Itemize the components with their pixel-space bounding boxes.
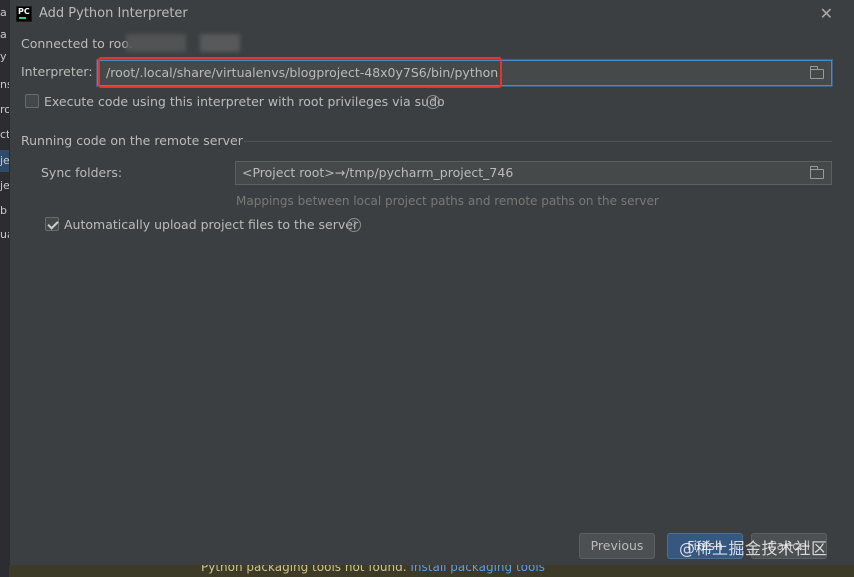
bg-fragment: je: [0, 179, 9, 192]
help-icon[interactable]: ?: [347, 218, 361, 232]
connected-label: Connected to roo.: [21, 36, 133, 51]
sudo-checkbox-label: Execute code using this interpreter with…: [44, 94, 445, 109]
redacted-host-blur: [200, 34, 240, 52]
browse-folder-icon[interactable]: [810, 166, 824, 179]
interpreter-label: Interpreter:: [21, 64, 93, 79]
redacted-host-blur: [126, 34, 186, 52]
browse-folder-icon[interactable]: [810, 66, 824, 79]
previous-button[interactable]: Previous: [579, 533, 655, 559]
section-title: Running code on the remote server: [21, 133, 243, 148]
bg-fragment: ro: [0, 103, 9, 116]
bg-fragment: je: [0, 154, 9, 167]
bg-fragment: a: [0, 6, 7, 19]
bg-fragment: ua: [0, 228, 9, 241]
status-bar: Python packaging tools not found. Instal…: [9, 565, 854, 577]
sync-folders-value: <Project root>→/tmp/pycharm_project_746: [242, 165, 514, 180]
bg-fragment: b: [0, 204, 7, 217]
dialog-title: Add Python Interpreter: [39, 6, 188, 21]
auto-upload-label: Automatically upload project files to th…: [64, 217, 359, 232]
bg-fragment: ct: [0, 128, 9, 141]
sync-folders-field[interactable]: <Project root>→/tmp/pycharm_project_746: [235, 161, 832, 185]
background-ide-sidebar: a a y ns ro ct je je b ua: [0, 0, 9, 577]
install-packaging-tools-link[interactable]: Install packaging tools: [410, 565, 545, 574]
bg-fragment: y: [0, 50, 7, 63]
interpreter-path-value: /root/.local/share/virtualenvs/blogproje…: [106, 65, 499, 80]
dialog-titlebar: PC Add Python Interpreter ✕: [10, 0, 854, 28]
pycharm-logo-icon: PC: [16, 6, 32, 22]
interpreter-path-field[interactable]: /root/.local/share/virtualenvs/blogproje…: [97, 60, 832, 86]
bg-fragment: ns: [0, 78, 9, 91]
auto-upload-checkbox[interactable]: [45, 217, 59, 231]
sudo-checkbox[interactable]: [25, 94, 39, 108]
section-divider: [244, 141, 832, 142]
close-icon[interactable]: ✕: [820, 4, 833, 23]
sync-folders-label: Sync folders:: [41, 165, 123, 180]
watermark: @稀土掘金技术社区: [679, 539, 828, 558]
sync-folders-hint: Mappings between local project paths and…: [236, 194, 659, 208]
add-python-interpreter-dialog: PC Add Python Interpreter ✕ Connected to…: [9, 0, 854, 565]
bg-fragment: a: [0, 28, 7, 41]
status-message: Python packaging tools not found.: [201, 565, 407, 574]
help-icon[interactable]: ?: [426, 95, 440, 109]
